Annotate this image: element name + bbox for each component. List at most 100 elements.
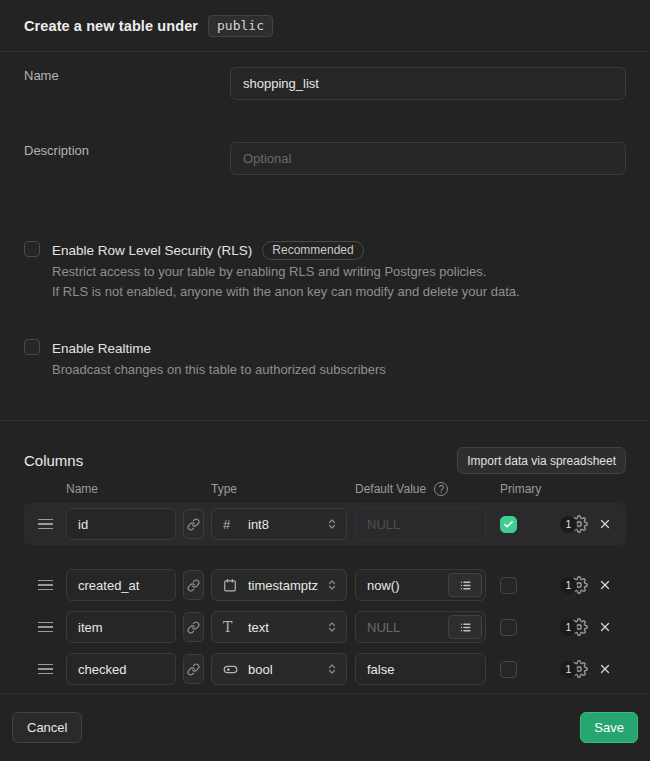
columns-header: Columns Import data via spreadsheet: [24, 447, 626, 474]
column-row: timestamptz 1: [24, 564, 626, 606]
primary-checkbox[interactable]: [500, 516, 517, 533]
type-icon: #: [223, 517, 244, 532]
drag-handle-icon: [38, 622, 53, 633]
link-icon: [187, 518, 200, 531]
name-label: Name: [24, 67, 230, 83]
chevron-updown-icon: [326, 662, 338, 676]
foreign-key-link-button[interactable]: [183, 612, 204, 642]
default-value-cell: [355, 569, 486, 601]
drag-handle-icon: [38, 664, 53, 675]
close-icon: [598, 517, 612, 531]
foreign-key-link-button[interactable]: [183, 654, 204, 684]
table-description-input[interactable]: [230, 142, 626, 175]
save-button[interactable]: Save: [580, 712, 638, 743]
drag-handle[interactable]: [24, 622, 66, 633]
column-settings-button[interactable]: 1: [560, 618, 588, 636]
default-value-cell: [355, 508, 486, 540]
type-icon: [223, 662, 244, 677]
column-type-select[interactable]: timestamptz: [211, 569, 347, 601]
import-spreadsheet-button[interactable]: Import data via spreadsheet: [457, 447, 626, 474]
text-type-icon: T: [223, 619, 232, 635]
drag-handle[interactable]: [24, 519, 66, 530]
chevron-updown-icon: [326, 517, 338, 531]
remove-column-button[interactable]: [598, 517, 612, 531]
columns-rows: # int8 1: [24, 503, 626, 690]
row-actions: 1: [560, 660, 626, 678]
default-value-cell: [355, 653, 486, 685]
rls-label: Enable Row Level Security (RLS): [52, 243, 252, 258]
default-value-menu-button[interactable]: [448, 573, 482, 597]
drag-handle[interactable]: [24, 580, 66, 591]
column-name-input[interactable]: [66, 653, 176, 685]
type-label: int8: [248, 517, 326, 532]
columns-section: Columns Import data via spreadsheet Name…: [0, 421, 650, 693]
dialog-header: Create a new table under public: [0, 0, 650, 52]
column-name-input[interactable]: [66, 569, 176, 601]
default-value-input[interactable]: [355, 653, 486, 685]
settings-count-badge: 1: [560, 619, 577, 636]
column-type-select[interactable]: bool: [211, 653, 347, 685]
drag-handle-icon: [38, 519, 53, 530]
primary-checkbox[interactable]: [500, 661, 517, 678]
remove-column-button[interactable]: [598, 620, 612, 634]
primary-checkbox[interactable]: [500, 577, 517, 594]
rls-description: Restrict access to your table by enablin…: [52, 262, 520, 302]
cancel-button[interactable]: Cancel: [12, 712, 82, 743]
foreign-key-link-button[interactable]: [183, 509, 204, 539]
create-table-dialog: Create a new table under public Name Des…: [0, 0, 650, 761]
type-label: timestamptz: [248, 578, 326, 593]
bool-icon: [223, 662, 238, 677]
column-type-select[interactable]: T text: [211, 611, 347, 643]
description-row: Description: [24, 142, 626, 175]
settings-count-badge: 1: [560, 661, 577, 678]
row-actions: 1: [560, 576, 626, 594]
default-value-menu-button[interactable]: [448, 615, 482, 639]
header-type: Type: [211, 482, 355, 496]
table-name-input[interactable]: [230, 67, 626, 100]
default-value-input[interactable]: [355, 508, 486, 540]
type-icon: [223, 578, 244, 592]
header-primary: Primary: [500, 482, 541, 496]
link-icon: [187, 621, 200, 634]
remove-column-button[interactable]: [598, 578, 612, 592]
link-icon: [187, 579, 200, 592]
recommended-badge: Recommended: [262, 241, 363, 260]
schema-badge: public: [208, 15, 273, 37]
calendar-icon: [223, 578, 237, 592]
columns-header-row: Name Type Default Value? Primary: [24, 482, 626, 496]
column-name-input[interactable]: [66, 611, 176, 643]
hash-icon: #: [223, 517, 230, 532]
help-icon[interactable]: ?: [434, 482, 448, 496]
remove-column-button[interactable]: [598, 662, 612, 676]
rls-checkbox[interactable]: [24, 241, 40, 257]
column-settings-button[interactable]: 1: [560, 515, 588, 533]
column-settings-button[interactable]: 1: [560, 576, 588, 594]
column-row: T text 1: [24, 606, 626, 648]
name-row: Name: [24, 67, 626, 100]
settings-count-badge: 1: [560, 577, 577, 594]
type-label: text: [248, 620, 326, 635]
dialog-footer: Cancel Save: [0, 693, 650, 761]
options-section: Enable Row Level Security (RLS) Recommen…: [0, 212, 650, 420]
drag-handle[interactable]: [24, 664, 66, 675]
header-default-value: Default Value?: [355, 482, 500, 496]
primary-checkbox[interactable]: [500, 619, 517, 636]
columns-title: Columns: [24, 452, 83, 469]
close-icon: [598, 578, 612, 592]
rls-option: Enable Row Level Security (RLS) Recommen…: [24, 241, 626, 302]
realtime-option: Enable Realtime Broadcast changes on thi…: [24, 339, 626, 380]
column-settings-button[interactable]: 1: [560, 660, 588, 678]
dialog-title: Create a new table under: [24, 18, 198, 34]
column-row: # int8 1: [24, 503, 626, 545]
column-type-select[interactable]: # int8: [211, 508, 347, 540]
foreign-key-link-button[interactable]: [183, 570, 204, 600]
chevron-updown-icon: [326, 620, 338, 634]
drag-handle-icon: [38, 580, 53, 591]
close-icon: [598, 662, 612, 676]
list-icon: [459, 579, 472, 592]
link-icon: [187, 663, 200, 676]
realtime-checkbox[interactable]: [24, 339, 40, 355]
column-name-input[interactable]: [66, 508, 176, 540]
description-label: Description: [24, 142, 230, 158]
row-actions: 1: [560, 515, 626, 533]
